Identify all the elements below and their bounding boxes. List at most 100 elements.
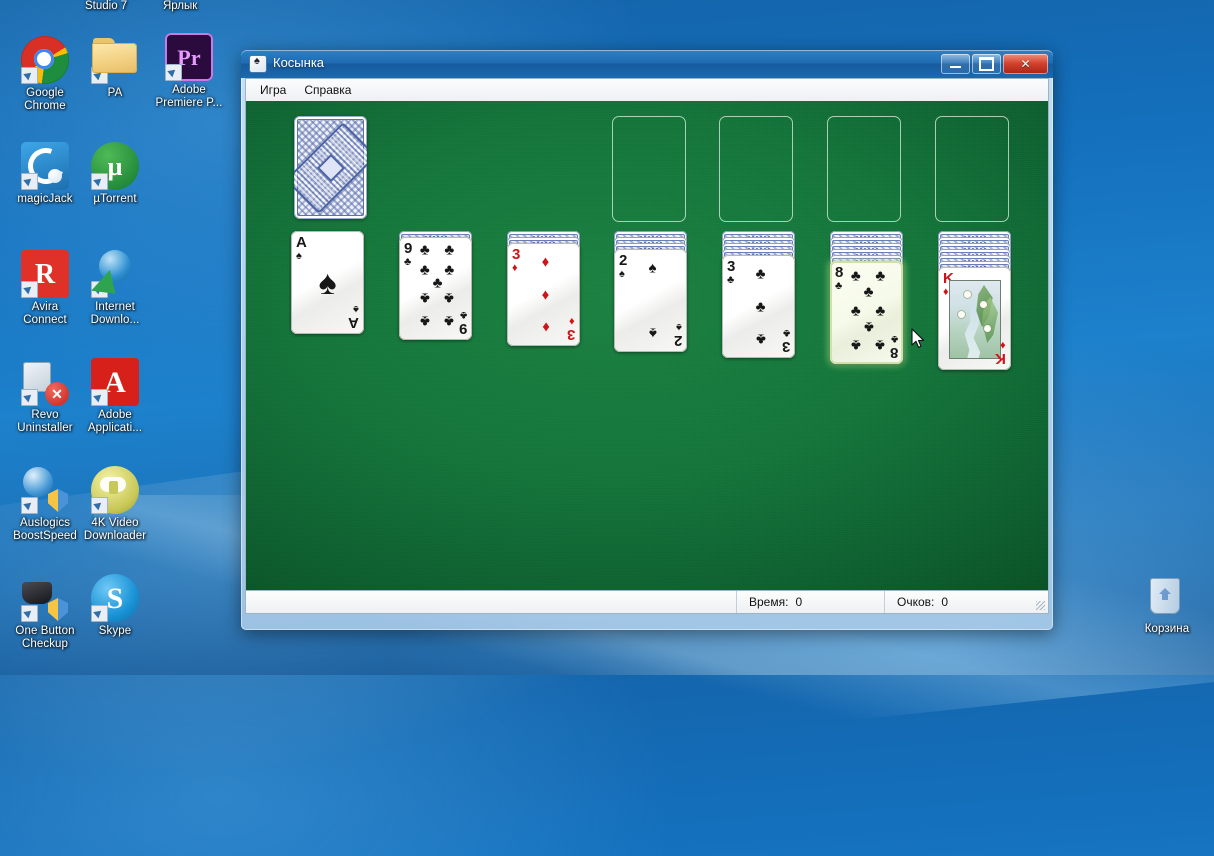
pip: ♣ — [875, 267, 886, 285]
minimize-button[interactable] — [941, 54, 970, 74]
desktop-icon-magicjack[interactable]: magicJack — [6, 142, 84, 206]
desktop-icon-google-chrome[interactable]: Google Chrome — [6, 36, 84, 113]
card-rank-top: 3 — [727, 258, 736, 275]
pip: ♠ — [648, 324, 657, 342]
card-rank-top: 3 — [512, 246, 521, 263]
solitaire-card-icon — [250, 55, 266, 72]
card-2-spades[interactable]: 2 ♠ ♠ ♠ 2 ♠ — [614, 249, 687, 352]
game-board[interactable]: A ♠ ♠ A ♠ 9 ♣ ♣ ♣ ♣ ♣ ♣ ♣ ♣ ♣ ♣ 9 ♣ 3 ♦ ♦ ♦ ♦ 3 ♦ 2 ♠ ♠ ♠ 2 ♠ 3 ♣ ♣ ♣ ♣ 3 ♣ 8 ♣… — [245, 101, 1049, 590]
menu-item-game[interactable]: Игра — [252, 80, 294, 100]
maximize-icon — [979, 57, 994, 71]
king-illustration — [949, 280, 1001, 359]
card-suit-top: ♣ — [727, 274, 735, 286]
score-value: 0 — [941, 595, 949, 609]
shortcut-overlay-icon — [21, 173, 38, 190]
desktop-icon-grid: Google Chrome PA Pr Adobe Premiere P... magicJ… — [0, 0, 230, 675]
pip: ♣ — [863, 318, 874, 336]
desktop-icon-label: Auslogics BoostSpeed — [13, 517, 77, 542]
card-k-diamonds[interactable]: K ♦ K ♦ — [938, 267, 1011, 370]
pip: ♣ — [444, 312, 455, 330]
close-button[interactable]: ✕ — [1003, 54, 1048, 74]
foundation-1[interactable] — [612, 116, 686, 222]
pip: ♣ — [419, 289, 430, 307]
shortcut-overlay-icon — [21, 605, 38, 622]
desktop-icon-label: Internet Downlo... — [90, 301, 140, 326]
foundation-4[interactable] — [935, 116, 1009, 222]
card-rank-bottom: 8 — [889, 344, 898, 361]
time-value: 0 — [795, 595, 803, 609]
desktop-icon-one-button-checkup[interactable]: One Button Checkup — [6, 574, 84, 651]
card-suit-top: ♦ — [512, 262, 518, 274]
pip: ♣ — [850, 267, 861, 285]
desktop-icon-adobe-application-manager[interactable]: A Adobe Applicati... — [76, 358, 154, 435]
pip: ♦ — [541, 318, 550, 336]
cut-off-label: Studio 7 — [85, 0, 128, 12]
foundation-2[interactable] — [719, 116, 793, 222]
card-suit-top: ♦ — [943, 286, 949, 298]
pip: ♣ — [419, 312, 430, 330]
flower-shape — [984, 325, 991, 332]
solitaire-window[interactable]: Косынка ✕ Игра Справка A♠♠A♠9♣♣♣♣♣♣♣♣♣♣9… — [241, 50, 1053, 630]
desktop-icon-skype[interactable]: S Skype — [76, 574, 154, 638]
desktop-icon-4k-video-downloader[interactable]: 4K Video Downloader — [76, 466, 154, 543]
score-label: Очков: — [897, 595, 935, 609]
card-rank-top: 8 — [835, 264, 844, 281]
pip: ♣ — [755, 298, 766, 315]
card-suit-top: ♠ — [296, 250, 302, 262]
pip: ♣ — [863, 283, 874, 301]
card-rank-bottom: A — [348, 314, 359, 331]
shortcut-overlay-icon — [21, 389, 38, 406]
desktop-icon-label: Skype — [98, 625, 132, 637]
card-3-clubs[interactable]: 3 ♣ ♣ ♣ ♣ 3 ♣ — [722, 255, 795, 358]
desktop-icon-utorrent[interactable]: µ µTorrent — [76, 142, 154, 206]
resize-grip[interactable] — [1032, 591, 1048, 613]
stock-pile[interactable] — [294, 116, 367, 219]
shortcut-overlay-icon — [165, 64, 182, 81]
avira-icon: R — [21, 250, 69, 298]
card-8-clubs[interactable]: 8 ♣ ♣ ♣ ♣ ♣ ♣ ♣ ♣ ♣ 8 ♣ — [830, 261, 903, 364]
score-field: Очков: 0 — [884, 591, 1032, 613]
window-controls: ✕ — [941, 54, 1048, 74]
foundation-3[interactable] — [827, 116, 901, 222]
desktop-icon-pa-folder[interactable]: PA — [76, 36, 154, 100]
card-9-clubs[interactable]: 9 ♣ ♣ ♣ ♣ ♣ ♣ ♣ ♣ ♣ ♣ 9 ♣ — [399, 237, 472, 340]
desktop-icon-label: µTorrent — [93, 193, 137, 205]
flower-shape — [958, 311, 965, 318]
desktop-icon-revo-uninstaller[interactable]: RevoUninstaller — [6, 358, 84, 435]
window-titlebar[interactable]: Косынка ✕ — [241, 50, 1053, 78]
fourk-icon — [91, 466, 139, 514]
shortcut-overlay-icon — [91, 173, 108, 190]
desktop-icon-auslogics-boostspeed[interactable]: Auslogics BoostSpeed — [6, 466, 84, 543]
shortcut-overlay-icon — [21, 67, 38, 84]
window-statusbar: Время: 0 Очков: 0 — [245, 590, 1049, 614]
desktop-icon-avira-connect[interactable]: R Avira Connect — [6, 250, 84, 327]
card-a-spades[interactable]: A ♠ ♠ A ♠ — [291, 231, 364, 334]
desktop-icon-internet-download-manager[interactable]: Internet Downlo... — [76, 250, 154, 327]
pip-grid: ♣ ♣ ♣ ♣ ♣ ♣ ♣ ♣ ♣ — [413, 243, 462, 334]
pip-grid: ♣ ♣ ♣ — [736, 261, 785, 352]
pip: ♣ — [419, 261, 430, 279]
card-back-pattern — [297, 119, 364, 216]
desktop-icon-label: One Button Checkup — [15, 625, 75, 650]
desktop-icon-recycle-bin[interactable]: Корзина — [1128, 572, 1206, 636]
utorrent-icon: µ — [91, 142, 139, 190]
chrome-icon — [21, 36, 69, 84]
desktop-icon-label: Revo Uninstaller — [17, 409, 73, 434]
window-menubar[interactable]: Игра Справка — [245, 78, 1049, 101]
shortcut-overlay-icon — [91, 497, 108, 514]
pip: ♦ — [541, 253, 550, 271]
pip: ♣ — [875, 336, 886, 354]
desktop-icon-label: Adobe Applicati... — [87, 409, 143, 434]
card-rank-bottom: K — [995, 350, 1006, 367]
adobe-icon: A — [91, 358, 139, 406]
desktop-icon-adobe-premiere-pro[interactable]: Pr Adobe Premiere P... — [150, 33, 228, 110]
card-3-diamonds[interactable]: 3 ♦ ♦ ♦ ♦ 3 ♦ — [507, 243, 580, 346]
pip: ♣ — [419, 241, 430, 259]
card-rank-bottom: 3 — [566, 326, 575, 343]
card-rank-bottom: 9 — [458, 320, 467, 337]
maximize-button[interactable] — [972, 54, 1001, 74]
card-suit-bottom: ♣ — [782, 327, 790, 339]
close-icon: ✕ — [1020, 57, 1031, 71]
cut-off-label: Ярлык — [163, 0, 198, 12]
menu-item-help[interactable]: Справка — [296, 80, 359, 100]
